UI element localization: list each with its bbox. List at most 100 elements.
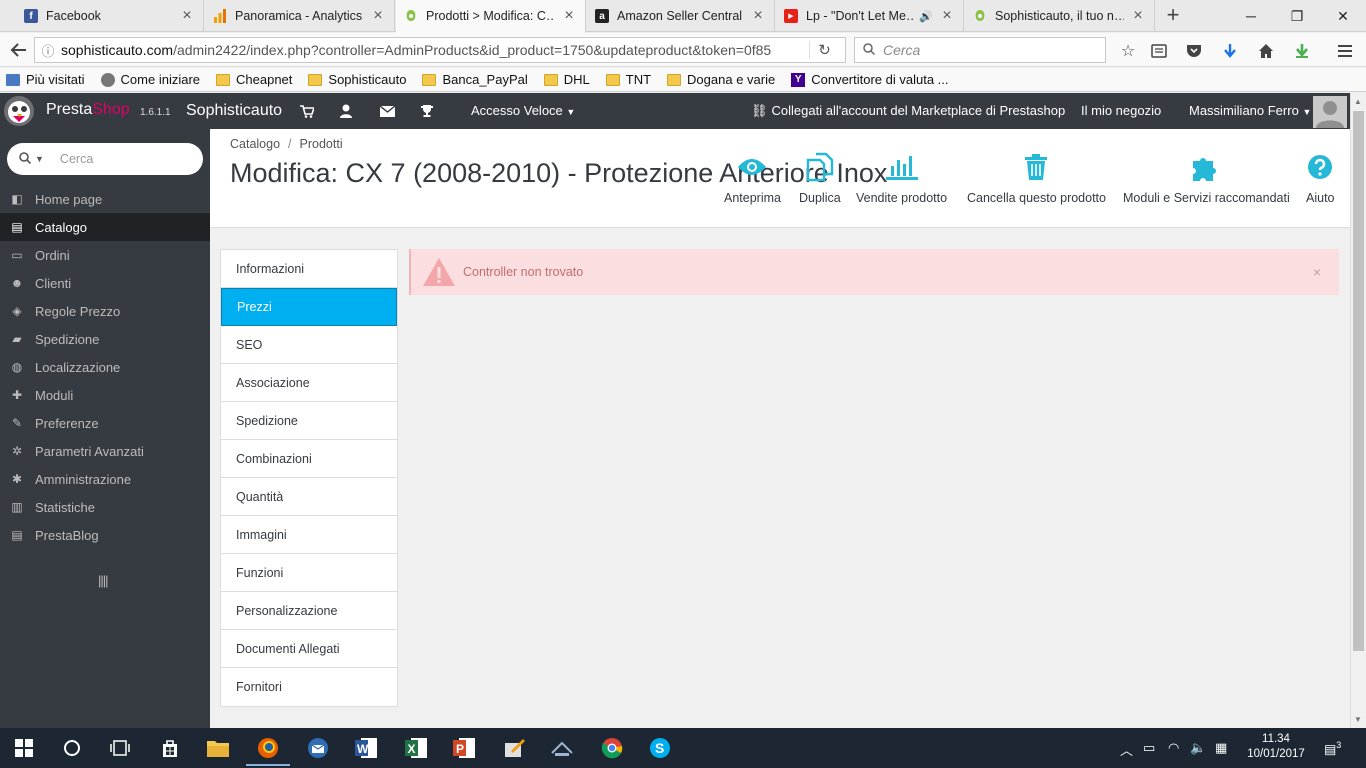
chrome-icon[interactable] — [600, 736, 624, 760]
keyboard-icon[interactable]: ▦ — [1215, 740, 1227, 756]
close-icon[interactable]: × — [939, 7, 955, 25]
app-icon[interactable] — [550, 736, 574, 760]
user-icon[interactable] — [337, 102, 355, 120]
tab-combinazioni[interactable]: Combinazioni — [221, 440, 397, 478]
bookmark-star-icon[interactable]: ☆ — [1116, 40, 1140, 62]
downloads-icon[interactable] — [1218, 40, 1242, 62]
tab-associazione[interactable]: Associazione — [221, 364, 397, 402]
excel-icon[interactable]: X — [404, 736, 428, 760]
sidebar-search-input[interactable]: ▼ Cerca — [7, 143, 203, 175]
tray-expand-icon[interactable]: ︿ — [1120, 740, 1133, 759]
volume-icon[interactable]: 🔈 — [1190, 740, 1206, 756]
bookmark-folder[interactable]: Dogana e varie — [667, 72, 775, 87]
sidebar-item-home[interactable]: ◧ Home page — [0, 185, 210, 213]
browser-tab-youtube[interactable]: ▶ Lp - "Don't Let Me… 🔊 × — [776, 0, 964, 32]
help-button[interactable]: Aiuto — [1306, 151, 1335, 205]
word-icon[interactable]: W — [354, 736, 378, 760]
windows-start-icon[interactable] — [12, 736, 36, 760]
new-tab-button[interactable]: + — [1160, 4, 1186, 28]
sidebar-item-statistiche[interactable]: ▥ Statistiche — [0, 493, 210, 521]
quick-access-dropdown[interactable]: Accesso Veloce ▼ — [471, 103, 575, 118]
product-sales-button[interactable]: Vendite prodotto — [856, 151, 947, 205]
tab-informazioni[interactable]: Informazioni — [221, 250, 397, 288]
info-icon[interactable]: ⓘ — [35, 41, 61, 60]
duplicate-button[interactable]: Duplica — [799, 151, 841, 205]
sidebar-item-clienti[interactable]: ☻ Clienti — [0, 269, 210, 297]
sidebar-item-ordini[interactable]: ▭ Ordini — [0, 241, 210, 269]
sidebar-item-moduli[interactable]: ✚ Moduli — [0, 381, 210, 409]
bookmark-item[interactable]: Y Convertitore di valuta ... — [791, 72, 949, 87]
thunderbird-icon[interactable] — [306, 736, 330, 760]
pocket-icon[interactable] — [1182, 40, 1206, 62]
sidebar-item-parametri-avanzati[interactable]: ✲ Parametri Avanzati — [0, 437, 210, 465]
close-icon[interactable]: × — [1307, 264, 1327, 280]
tab-documenti-allegati[interactable]: Documenti Allegati — [221, 630, 397, 668]
breadcrumb-item[interactable]: Prodotti — [300, 137, 343, 151]
user-menu[interactable]: Massimiliano Ferro ▼ — [1189, 103, 1311, 118]
marketplace-link[interactable]: ⛓ Collegati all'account del Marketplace d… — [751, 103, 1065, 119]
bookmark-folder[interactable]: Banca_PayPal — [422, 72, 528, 87]
notifications-icon[interactable]: ▤3 — [1324, 740, 1341, 757]
close-icon[interactable]: × — [179, 7, 195, 25]
shop-name[interactable]: Sophisticauto — [186, 102, 282, 120]
collapse-sidebar-icon[interactable]: |||| — [98, 573, 108, 588]
breadcrumb-item[interactable]: Catalogo — [230, 137, 280, 151]
close-icon[interactable]: × — [1130, 7, 1146, 25]
prestashop-logo[interactable] — [2, 95, 36, 127]
firefox-taskbar-icon[interactable] — [246, 736, 290, 766]
cart-icon[interactable] — [298, 102, 316, 120]
sidebar-item-catalogo[interactable]: ▤ Catalogo — [0, 213, 210, 241]
browser-tab-analytics[interactable]: Panoramica - Analytics × — [205, 0, 395, 32]
avatar[interactable] — [1313, 96, 1347, 128]
file-explorer-icon[interactable] — [206, 736, 230, 760]
reload-icon[interactable]: ↻ — [809, 41, 839, 59]
close-icon[interactable]: × — [750, 7, 766, 25]
bookmark-folder[interactable]: TNT — [605, 72, 651, 87]
restore-button[interactable]: ❐ — [1274, 0, 1320, 32]
scroll-down-icon[interactable]: ▼ — [1354, 715, 1362, 724]
sidebar-item-spedizione[interactable]: ▰ Spedizione — [0, 325, 210, 353]
store-icon[interactable] — [158, 736, 182, 760]
sidebar-item-preferenze[interactable]: ✎ Preferenze — [0, 409, 210, 437]
download-addon-icon[interactable] — [1290, 40, 1314, 62]
my-shop-link[interactable]: Il mio negozio — [1081, 103, 1161, 118]
close-window-button[interactable]: ✕ — [1320, 0, 1366, 32]
scrollbar-thumb[interactable] — [1353, 111, 1364, 651]
tab-fornitori[interactable]: Fornitori — [221, 668, 397, 706]
bookmark-folder[interactable]: DHL — [543, 72, 590, 87]
scroll-up-icon[interactable]: ▲ — [1354, 97, 1362, 106]
close-icon[interactable]: × — [561, 7, 577, 25]
prestashop-brand[interactable]: PrestaShop — [46, 101, 130, 119]
home-icon[interactable] — [1254, 40, 1278, 62]
caret-down-icon[interactable]: ▼ — [35, 154, 44, 164]
sidebar-item-localizzazione[interactable]: ◍ Localizzazione — [0, 353, 210, 381]
tab-personalizzazione[interactable]: Personalizzazione — [221, 592, 397, 630]
sidebar-item-prestablog[interactable]: ▤ PrestaBlog — [0, 521, 210, 549]
wifi-icon[interactable]: ◠ — [1168, 740, 1179, 756]
tab-immagini[interactable]: Immagini — [221, 516, 397, 554]
search-bar[interactable]: Cerca — [854, 37, 1106, 63]
clock[interactable]: 11.34 10/01/2017 — [1244, 732, 1308, 762]
skype-icon[interactable]: S — [648, 736, 672, 760]
tab-quantita[interactable]: Quantità — [221, 478, 397, 516]
tab-funzioni[interactable]: Funzioni — [221, 554, 397, 592]
cortana-search-icon[interactable] — [60, 736, 84, 760]
bookmark-folder[interactable]: Cheapnet — [216, 72, 292, 87]
close-icon[interactable]: × — [370, 7, 386, 25]
sidebar-item-amministrazione[interactable]: ✱ Amministrazione — [0, 465, 210, 493]
battery-icon[interactable]: ▭ — [1143, 740, 1155, 756]
paint-tool-icon[interactable] — [502, 736, 526, 760]
recommended-modules-button[interactable]: Moduli e Servizi raccomandati — [1123, 151, 1290, 205]
speaker-icon[interactable]: 🔊 — [919, 10, 933, 23]
bookmark-item[interactable]: Più visitati — [6, 72, 85, 87]
delete-product-button[interactable]: Cancella questo prodotto — [967, 151, 1106, 205]
sidebar-item-regole-prezzo[interactable]: ◈ Regole Prezzo — [0, 297, 210, 325]
browser-tab-amazon[interactable]: a Amazon Seller Central × — [587, 0, 775, 32]
browser-tab-facebook[interactable]: f Facebook × — [16, 0, 204, 32]
url-text[interactable]: sophisticauto.com/admin2422/index.php?co… — [61, 42, 809, 58]
envelope-icon[interactable] — [378, 102, 396, 120]
bookmark-folder[interactable]: Sophisticauto — [308, 72, 406, 87]
tab-prezzi[interactable]: Prezzi — [221, 288, 397, 326]
menu-icon[interactable] — [1333, 40, 1357, 62]
url-bar[interactable]: ⓘ sophisticauto.com/admin2422/index.php?… — [34, 37, 846, 63]
